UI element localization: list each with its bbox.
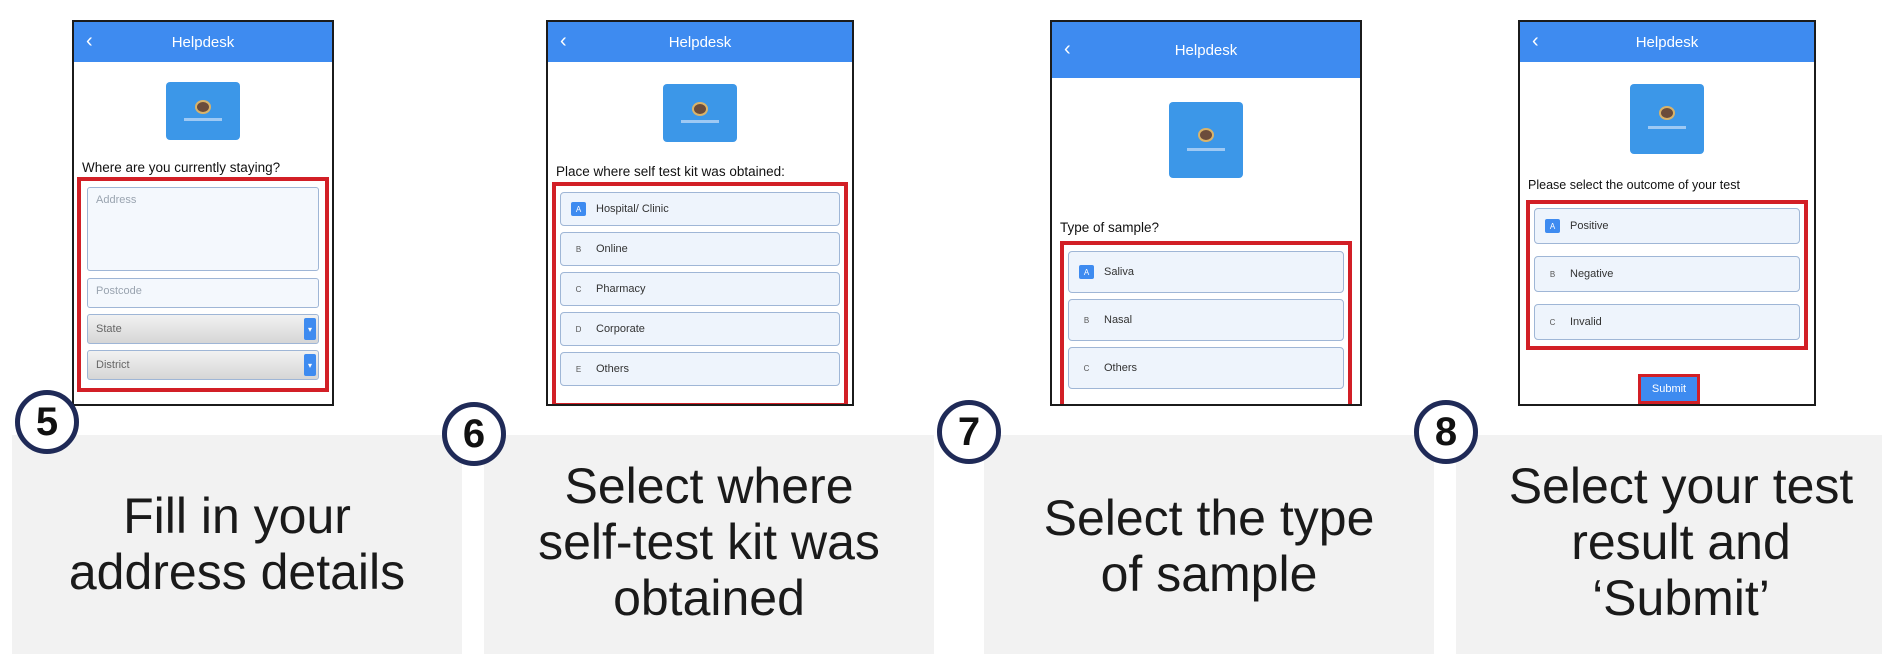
step-caption: Fill in your address details xyxy=(12,488,462,600)
option-label: Hospital/ Clinic xyxy=(596,203,669,215)
option-key: C xyxy=(575,284,582,294)
option-corporate[interactable]: D Corporate xyxy=(560,312,840,346)
app-title: Helpdesk xyxy=(1174,41,1238,59)
address-field[interactable]: Address xyxy=(87,187,319,271)
step-number-badge: 5 xyxy=(15,390,79,454)
question-text: Please select the outcome of your test xyxy=(1528,178,1740,192)
chevron-left-icon[interactable]: ‹ xyxy=(86,30,93,52)
option-label: Positive xyxy=(1570,220,1609,232)
step-caption: Select your test result and ‘Submit’ xyxy=(1456,458,1882,626)
caption-line: Select the type xyxy=(1043,490,1375,546)
caption-line: Select your test xyxy=(1508,458,1854,514)
highlight-box: A Positive B Negative C Invalid xyxy=(1526,200,1808,350)
caption-line: of sample xyxy=(1100,546,1318,602)
option-nasal[interactable]: B Nasal xyxy=(1068,299,1344,341)
option-key: B xyxy=(1549,269,1556,279)
option-key: B xyxy=(575,244,582,254)
panel-top-strip xyxy=(984,0,1434,10)
panel-top-strip xyxy=(484,0,934,10)
dropdown-arrow-icon: ▾ xyxy=(304,318,316,340)
app-bar: ‹ Helpdesk xyxy=(548,22,852,62)
option-key: A xyxy=(571,202,586,216)
dropdown-arrow-icon: ▾ xyxy=(304,354,316,376)
caption-line: Select where xyxy=(564,458,854,514)
caption-line: Fill in your xyxy=(123,488,351,544)
app-bar: ‹ Helpdesk xyxy=(1520,22,1814,62)
address-placeholder: Address xyxy=(96,194,137,206)
option-saliva[interactable]: A Saliva xyxy=(1068,251,1344,293)
panel-top-strip xyxy=(12,0,462,10)
app-title: Helpdesk xyxy=(668,33,732,51)
state-label: State xyxy=(96,323,122,335)
option-key: E xyxy=(575,364,582,374)
step-number-badge: 8 xyxy=(1414,400,1478,464)
option-key: D xyxy=(575,324,582,334)
state-select[interactable]: State ▾ xyxy=(87,314,319,344)
step-panel-6: ‹ Helpdesk Place where self test kit was… xyxy=(442,0,934,654)
helpdesk-logo-icon xyxy=(166,82,240,140)
chevron-left-icon[interactable]: ‹ xyxy=(1532,30,1539,52)
app-title: Helpdesk xyxy=(1635,33,1699,51)
phone-screen: ‹ Helpdesk Please select the outcome of … xyxy=(1518,20,1816,406)
step-caption: Select where self-test kit was obtained xyxy=(484,458,934,626)
step-panel-7: ‹ Helpdesk Type of sample? A Saliva B Na… xyxy=(937,0,1434,654)
step-panel-8: ‹ Helpdesk Please select the outcome of … xyxy=(1414,0,1882,654)
caption-line: ‘Submit’ xyxy=(1592,570,1770,626)
option-label: Negative xyxy=(1570,268,1614,280)
option-label: Nasal xyxy=(1104,314,1133,326)
highlight-box: A Hospital/ Clinic B Online C Pharmacy D… xyxy=(552,182,848,404)
option-key: C xyxy=(1549,317,1556,327)
question-text: Place where self test kit was obtained: xyxy=(556,164,785,179)
option-hospital-clinic[interactable]: A Hospital/ Clinic xyxy=(560,192,840,226)
postcode-field[interactable]: Postcode xyxy=(87,278,319,308)
option-key: B xyxy=(1083,315,1090,325)
option-label: Online xyxy=(596,243,628,255)
question-text: Type of sample? xyxy=(1060,220,1160,235)
option-others[interactable]: E Others xyxy=(560,352,840,386)
step-number-badge: 7 xyxy=(937,400,1001,464)
option-key: A xyxy=(1079,265,1094,279)
submit-highlight: Submit xyxy=(1638,374,1700,404)
option-key: A xyxy=(1545,219,1560,233)
app-bar: ‹ Helpdesk xyxy=(1052,22,1360,78)
step-caption: Select the type of sample xyxy=(984,490,1434,602)
option-label: Invalid xyxy=(1570,316,1602,328)
helpdesk-logo-icon xyxy=(1169,102,1243,178)
district-select[interactable]: District ▾ xyxy=(87,350,319,380)
phone-screen: ‹ Helpdesk Where are you currently stayi… xyxy=(72,20,334,406)
helpdesk-logo-icon xyxy=(663,84,737,142)
submit-button[interactable]: Submit xyxy=(1641,377,1697,401)
chevron-left-icon[interactable]: ‹ xyxy=(1064,38,1071,60)
option-label: Pharmacy xyxy=(596,283,646,295)
option-label: Saliva xyxy=(1104,266,1134,278)
option-negative[interactable]: B Negative xyxy=(1534,256,1800,292)
caption-line: self-test kit was xyxy=(538,514,880,570)
option-label: Corporate xyxy=(596,323,645,335)
caption-line: address details xyxy=(68,544,406,600)
step-number-badge: 6 xyxy=(442,402,506,466)
option-key: C xyxy=(1083,363,1090,373)
option-label: Others xyxy=(1104,362,1138,374)
option-pharmacy[interactable]: C Pharmacy xyxy=(560,272,840,306)
panel-top-strip xyxy=(1456,0,1882,10)
app-title: Helpdesk xyxy=(171,33,235,51)
option-positive[interactable]: A Positive xyxy=(1534,208,1800,244)
option-online[interactable]: B Online xyxy=(560,232,840,266)
postcode-placeholder: Postcode xyxy=(96,285,142,297)
district-label: District xyxy=(96,359,130,371)
caption-line: result and xyxy=(1571,514,1791,570)
question-text: Where are you currently staying? xyxy=(82,160,281,175)
option-others[interactable]: C Others xyxy=(1068,347,1344,389)
highlight-box: A Saliva B Nasal C Others xyxy=(1060,241,1352,404)
step-panel-5: ‹ Helpdesk Where are you currently stayi… xyxy=(12,0,462,654)
caption-line: obtained xyxy=(613,570,805,626)
option-label: Others xyxy=(596,363,630,375)
highlight-box: Address Postcode State ▾ District ▾ xyxy=(77,177,329,392)
app-bar: ‹ Helpdesk xyxy=(74,22,332,62)
chevron-left-icon[interactable]: ‹ xyxy=(560,30,567,52)
option-invalid[interactable]: C Invalid xyxy=(1534,304,1800,340)
phone-screen: ‹ Helpdesk Type of sample? A Saliva B Na… xyxy=(1050,20,1362,406)
helpdesk-logo-icon xyxy=(1630,84,1704,154)
phone-screen: ‹ Helpdesk Place where self test kit was… xyxy=(546,20,854,406)
